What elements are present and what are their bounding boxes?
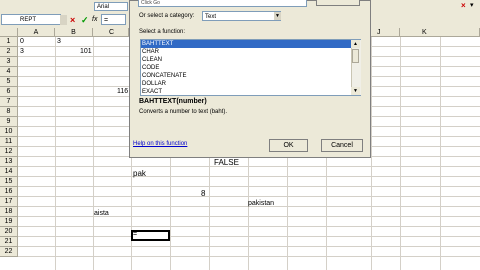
- close-icon[interactable]: ×: [461, 1, 466, 10]
- row-header[interactable]: 12: [0, 147, 18, 157]
- cell-pak[interactable]: pak: [133, 169, 146, 179]
- grid-line: [18, 226, 480, 227]
- row-header[interactable]: 18: [0, 207, 18, 217]
- go-button[interactable]: [316, 0, 360, 6]
- search-function-input[interactable]: [138, 0, 307, 7]
- cancel-icon[interactable]: ×: [70, 15, 75, 25]
- grid-line: [18, 166, 480, 167]
- function-syntax: BAHTTEXT(number): [139, 98, 207, 105]
- column-header-a[interactable]: A: [18, 28, 55, 37]
- row-header[interactable]: 7: [0, 97, 18, 107]
- row-header[interactable]: 14: [0, 167, 18, 177]
- select-all-corner[interactable]: [0, 28, 18, 37]
- grid-line: [18, 186, 480, 187]
- insert-function-icon[interactable]: fx: [92, 16, 97, 23]
- function-item[interactable]: CHAR: [141, 48, 360, 56]
- row-header[interactable]: 8: [0, 107, 18, 117]
- column-header-c[interactable]: C: [93, 28, 129, 37]
- function-item[interactable]: CONCATENATE: [141, 72, 360, 80]
- enter-icon[interactable]: ✓: [81, 15, 89, 26]
- cell-b1[interactable]: 3: [57, 37, 61, 47]
- search-function-text: Click Go: [141, 0, 160, 6]
- function-list[interactable]: BAHTTEXT CHAR CLEAN CODE CONCATENATE DOL…: [140, 39, 361, 96]
- row-header[interactable]: 9: [0, 117, 18, 127]
- grid-line: [18, 236, 480, 237]
- category-select[interactable]: Text: [202, 11, 281, 21]
- function-item-selected[interactable]: BAHTTEXT: [141, 40, 360, 48]
- row-header[interactable]: 4: [0, 67, 18, 77]
- name-box-dropdown[interactable]: [60, 15, 67, 25]
- cell-a1[interactable]: 0: [20, 37, 24, 47]
- row-header[interactable]: 22: [0, 247, 18, 257]
- grid-line: [18, 246, 480, 247]
- scroll-thumb[interactable]: [352, 49, 359, 63]
- cancel-button[interactable]: Cancel: [321, 139, 363, 152]
- column-header-j[interactable]: J: [371, 28, 400, 37]
- grid-line: [18, 216, 480, 217]
- cell-pakistan[interactable]: pakistan: [248, 199, 274, 209]
- formula-input[interactable]: =: [101, 14, 126, 25]
- function-label: Select a function:: [139, 29, 186, 35]
- cell-aista[interactable]: aista: [94, 209, 109, 219]
- scroll-down-icon[interactable]: ▼: [351, 87, 360, 95]
- cell-c6[interactable]: 116: [117, 87, 128, 97]
- grid-line: [18, 196, 480, 197]
- grid-line: [18, 176, 480, 177]
- category-label: Or select a category:: [139, 13, 195, 19]
- row-header[interactable]: 19: [0, 217, 18, 227]
- active-cell-value: =: [133, 231, 138, 238]
- font-name-box[interactable]: Arial: [94, 2, 128, 11]
- row-header[interactable]: 3: [0, 57, 18, 67]
- grid-line: [18, 256, 480, 257]
- cell-false[interactable]: FALSE: [214, 158, 239, 168]
- row-header[interactable]: 20: [0, 227, 18, 237]
- row-header[interactable]: 1: [0, 37, 18, 47]
- function-item[interactable]: EXACT: [141, 88, 360, 95]
- cell-a2[interactable]: 3: [20, 47, 24, 57]
- function-item[interactable]: DOLLAR: [141, 80, 360, 88]
- column-header-k[interactable]: K: [400, 28, 480, 37]
- row-header[interactable]: 16: [0, 187, 18, 197]
- row-header[interactable]: 2: [0, 47, 18, 57]
- row-header[interactable]: 15: [0, 177, 18, 187]
- function-item[interactable]: CODE: [141, 64, 360, 72]
- chevron-down-icon[interactable]: ▾: [470, 1, 474, 9]
- row-header[interactable]: 10: [0, 127, 18, 137]
- scroll-up-icon[interactable]: ▲: [351, 40, 360, 48]
- row-header[interactable]: 5: [0, 77, 18, 87]
- function-description: Converts a number to text (baht).: [139, 109, 228, 115]
- row-header[interactable]: 21: [0, 237, 18, 247]
- row-header[interactable]: 11: [0, 137, 18, 147]
- cell-eight[interactable]: 8: [201, 189, 205, 199]
- ok-button[interactable]: OK: [269, 139, 308, 152]
- row-header[interactable]: 17: [0, 197, 18, 207]
- function-item[interactable]: CLEAN: [141, 56, 360, 64]
- help-link[interactable]: Help on this function: [133, 141, 187, 147]
- row-header[interactable]: 13: [0, 157, 18, 167]
- row-header[interactable]: 6: [0, 87, 18, 97]
- chevron-down-icon[interactable]: ▼: [274, 12, 281, 20]
- name-box[interactable]: REPT: [1, 14, 61, 25]
- cell-b2[interactable]: 101: [80, 47, 92, 57]
- column-header-b[interactable]: B: [55, 28, 93, 37]
